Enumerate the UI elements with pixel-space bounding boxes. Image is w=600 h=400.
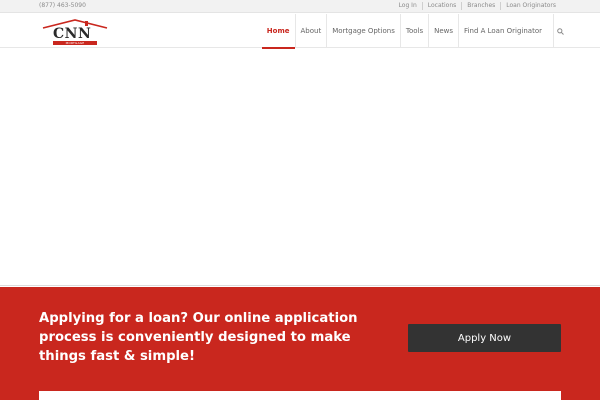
loan-originators-link[interactable]: Loan Originators: [500, 2, 561, 10]
branches-link[interactable]: Branches: [461, 2, 500, 10]
login-link[interactable]: Log In: [394, 2, 422, 10]
nav-item-about[interactable]: About: [294, 14, 327, 48]
logo-tagline-bar: MORTGAGE: [53, 41, 97, 45]
site-header: CNN MORTGAGE Home About Mortgage Options…: [0, 14, 600, 49]
locations-link[interactable]: Locations: [421, 2, 462, 10]
nav-item-home[interactable]: Home: [261, 14, 295, 49]
top-utility-bar: (877) 463-5090 Log In Locations Branches…: [0, 0, 600, 13]
company-logo[interactable]: CNN MORTGAGE: [41, 17, 109, 47]
utility-links: Log In Locations Branches Loan Originato…: [394, 2, 561, 10]
main-nav: Home About Mortgage Options Tools News F…: [261, 14, 567, 49]
nav-item-news[interactable]: News: [428, 14, 458, 48]
logo-brand-text: CNN: [53, 26, 92, 42]
cta-message: Applying for a loan? Our online applicat…: [39, 311, 358, 364]
apply-cta-section: Applying for a loan? Our online applicat…: [0, 287, 600, 400]
nav-item-find-loan-originator[interactable]: Find A Loan Originator: [458, 14, 547, 48]
nav-item-tools[interactable]: Tools: [399, 14, 428, 48]
apply-now-button[interactable]: Apply Now: [408, 324, 561, 352]
search-button[interactable]: [553, 14, 567, 48]
nav-item-mortgage-options[interactable]: Mortgage Options: [326, 14, 400, 48]
logo-tagline: MORTGAGE: [65, 41, 85, 45]
hero-slider: [0, 49, 600, 286]
content-card: [39, 391, 561, 400]
search-icon: [557, 27, 564, 35]
phone-number[interactable]: (877) 463-5090: [39, 2, 86, 10]
